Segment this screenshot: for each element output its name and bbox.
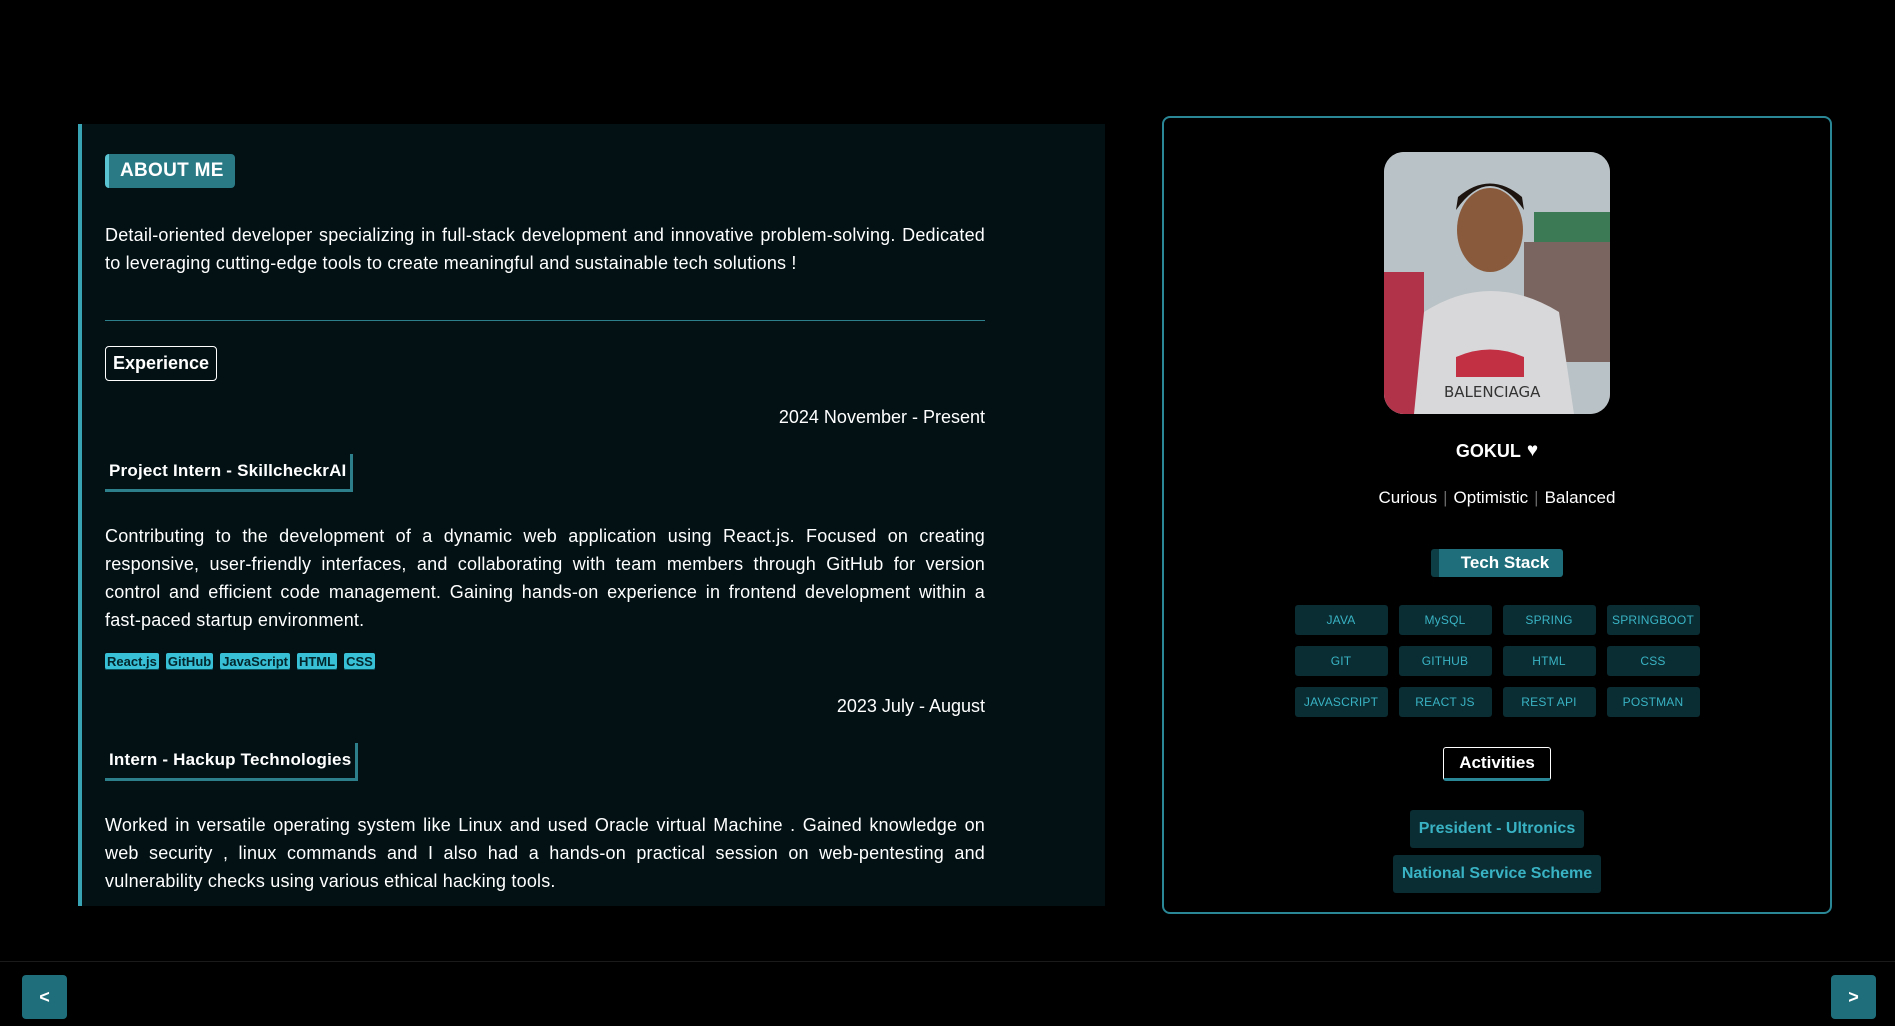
svg-text:BALENCIAGA: BALENCIAGA xyxy=(1444,383,1541,401)
job-title: Intern - Hackup Technologies xyxy=(105,743,359,781)
profile-name: GOKUL xyxy=(1455,440,1521,461)
job-description: Contributing to the development of a dyn… xyxy=(105,526,985,630)
trait-separator: | xyxy=(1534,488,1539,507)
tech-item: SPRINGBOOT xyxy=(1606,605,1700,635)
profile-card: BALENCIAGA GOKUL ♥ Curious | Optimistic … xyxy=(1162,116,1832,914)
traits: Curious | Optimistic | Balanced xyxy=(1379,488,1616,508)
tech-item: SPRING xyxy=(1502,605,1596,635)
skill-tag: React.js xyxy=(105,653,159,670)
trait: Balanced xyxy=(1544,488,1616,507)
tech-stack-title: Tech Stack xyxy=(1430,549,1564,577)
job-date: 2024 November - Present xyxy=(778,407,985,427)
about-me-badge: ABOUT ME xyxy=(105,154,235,188)
job-skills: React.js GitHub JavaScript HTML CSS xyxy=(105,653,985,670)
activity-item: National Service Scheme xyxy=(1392,855,1602,893)
tech-item: GIT xyxy=(1294,646,1388,676)
activities-title: Activities xyxy=(1443,747,1551,781)
trait: Optimistic xyxy=(1453,488,1529,507)
skill-tag: GitHub xyxy=(165,653,214,670)
skill-tag: JavaScript xyxy=(220,653,290,670)
job-description: Worked in versatile operating system lik… xyxy=(105,815,985,891)
skill-tag: CSS xyxy=(344,653,375,670)
tech-item: POSTMAN xyxy=(1606,687,1700,717)
experience-badge: Experience xyxy=(105,346,218,381)
tech-stack-grid: JAVA MySQL SPRING SPRINGBOOT GIT GITHUB … xyxy=(1294,605,1700,717)
tech-item: HTML xyxy=(1502,646,1596,676)
tech-item: CSS xyxy=(1606,646,1700,676)
trait: Curious xyxy=(1378,488,1438,507)
skill-tag: HTML xyxy=(296,653,338,670)
tech-item: MySQL xyxy=(1398,605,1492,635)
tech-item: JAVA xyxy=(1294,605,1388,635)
tech-item: REACT JS xyxy=(1398,687,1492,717)
previous-button[interactable]: < xyxy=(22,975,67,1019)
about-text: Detail-oriented developer specializing i… xyxy=(105,225,985,273)
next-button[interactable]: > xyxy=(1831,975,1876,1019)
tech-item: GITHUB xyxy=(1398,646,1492,676)
tech-item: REST API xyxy=(1502,687,1596,717)
tech-item: JAVASCRIPT xyxy=(1294,687,1388,717)
trait-separator: | xyxy=(1443,488,1448,507)
job-title: Project Intern - SkillcheckrAI xyxy=(105,454,354,492)
avatar: BALENCIAGA xyxy=(1384,152,1610,414)
bottom-nav-bar: < > xyxy=(0,961,1895,1026)
divider xyxy=(105,320,985,321)
about-panel: ABOUT ME Detail-oriented developer speci… xyxy=(78,124,1105,906)
activity-item: President - Ultronics xyxy=(1409,810,1585,848)
job-date: 2023 July - August xyxy=(836,696,985,716)
heart-icon: ♥ xyxy=(1526,440,1539,461)
